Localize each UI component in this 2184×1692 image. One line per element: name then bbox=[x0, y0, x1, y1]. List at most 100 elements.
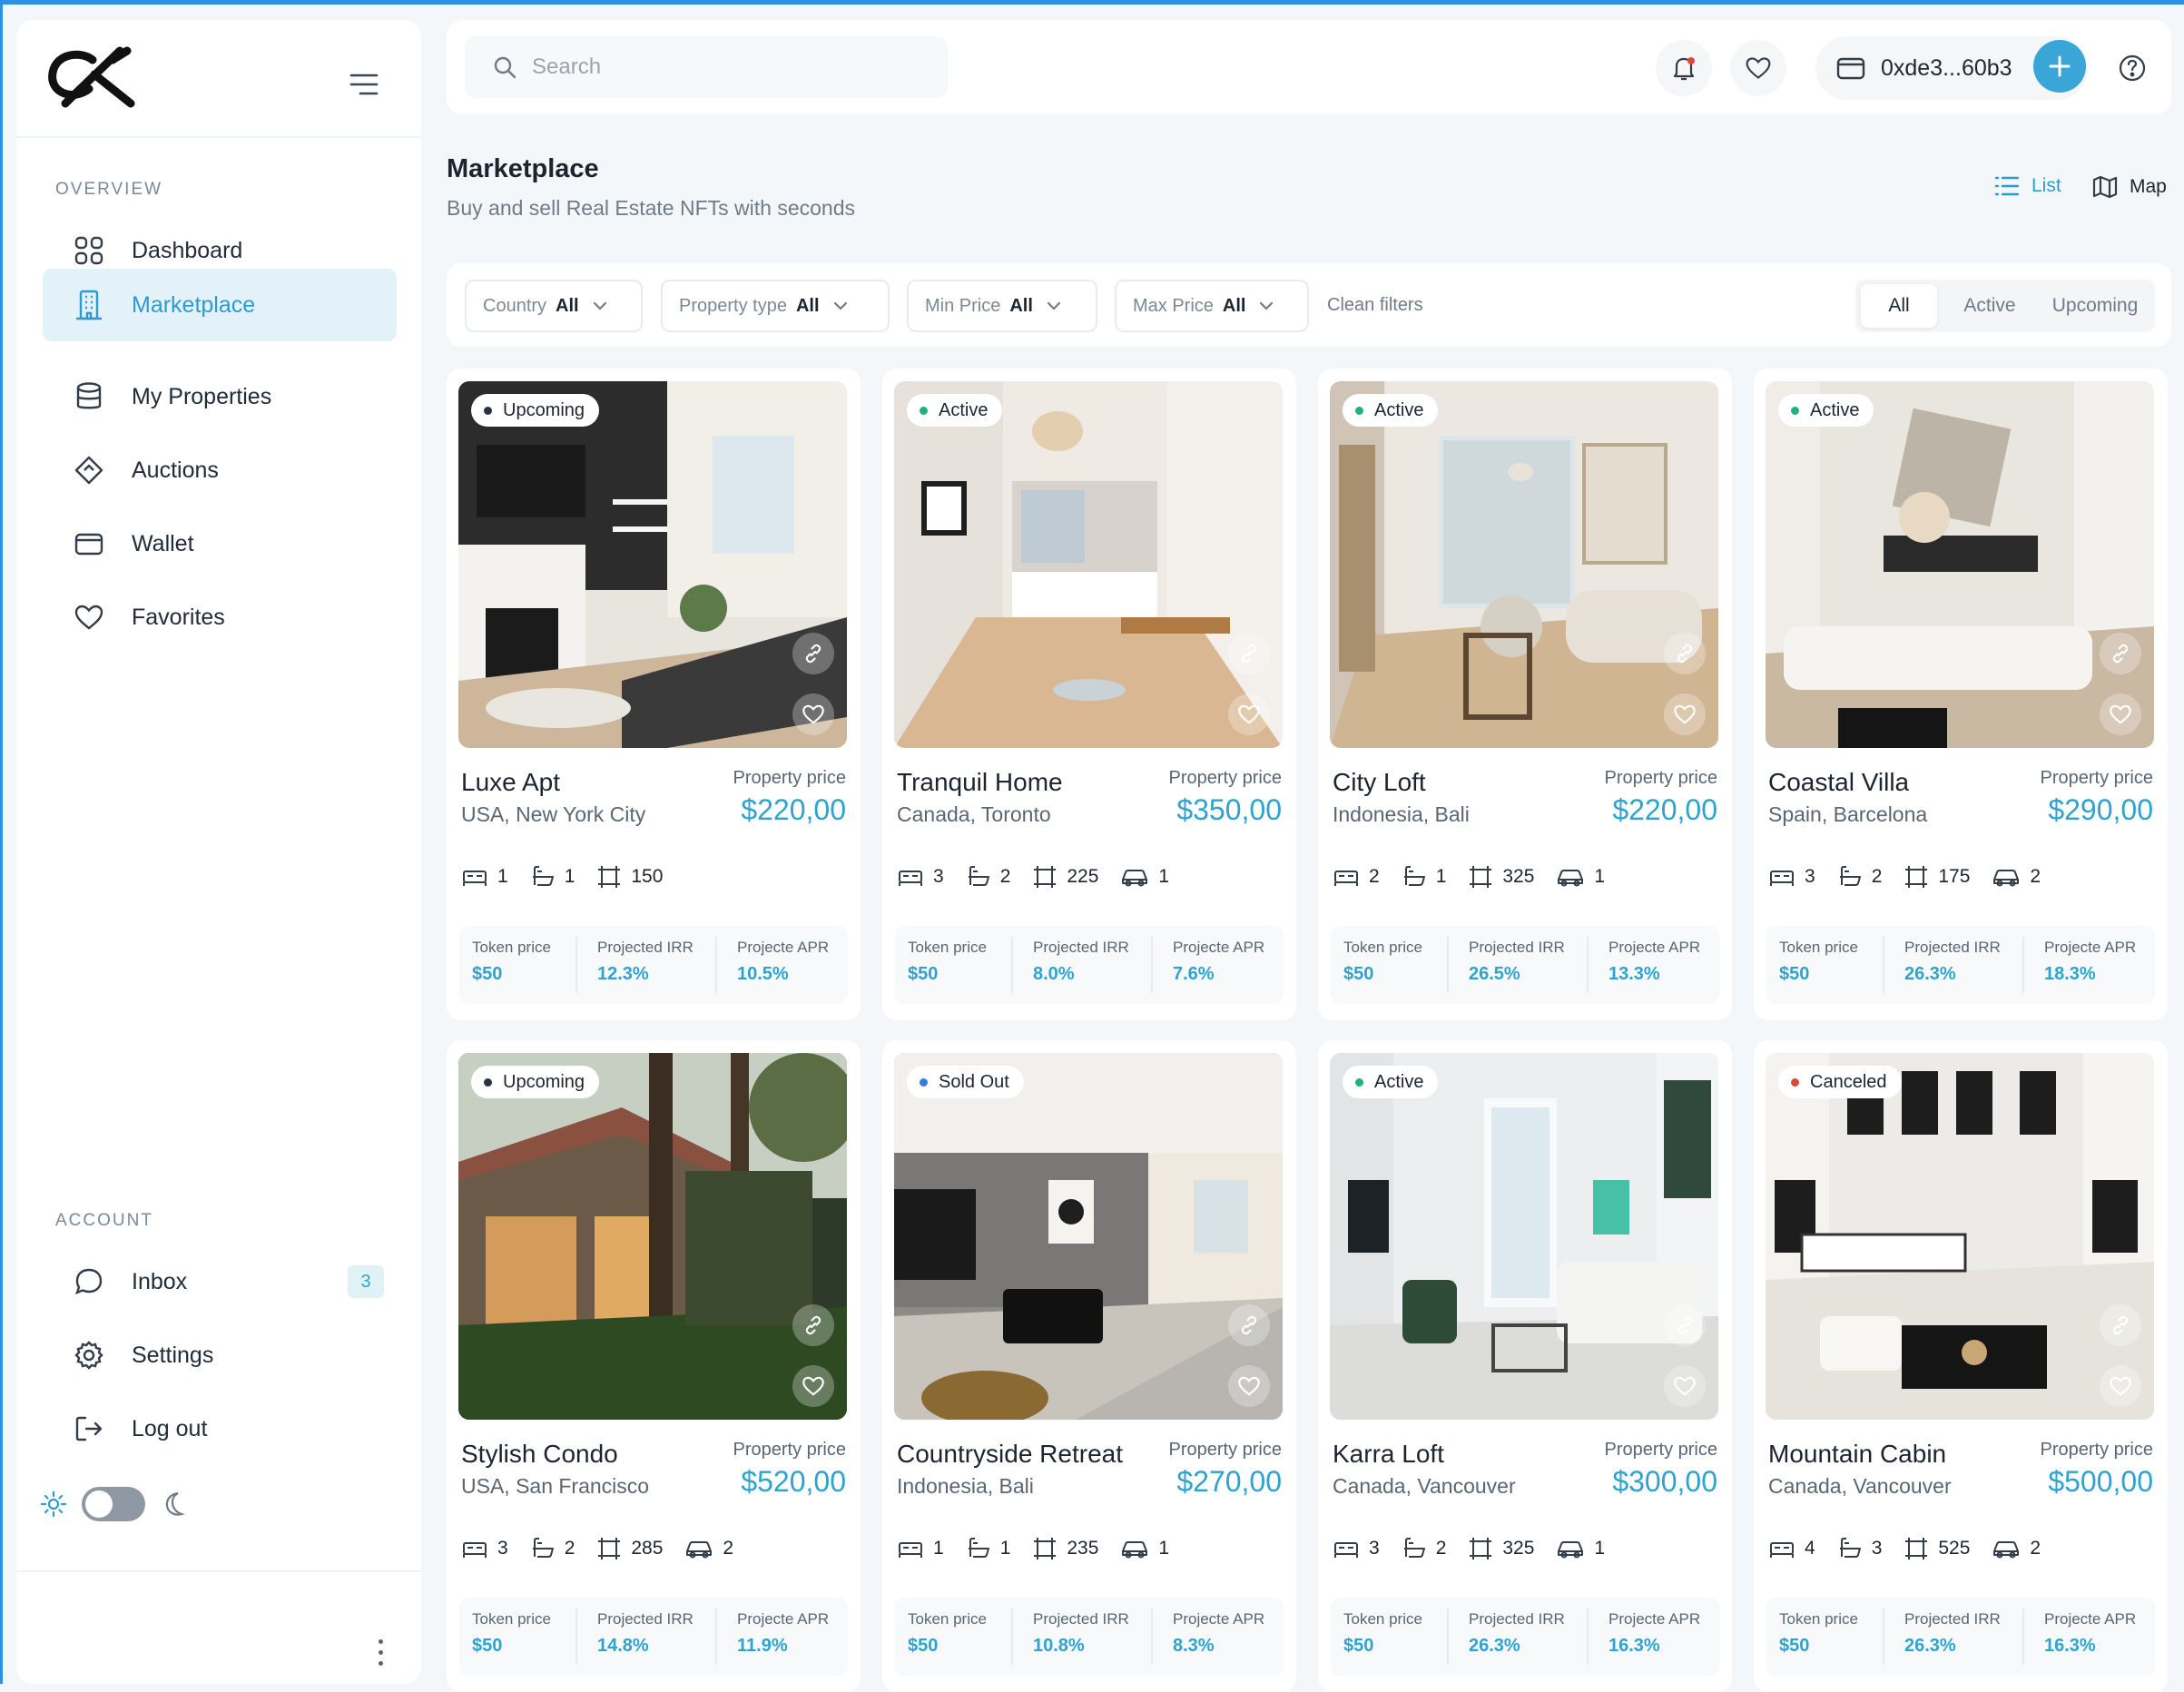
copy-link-button[interactable] bbox=[792, 1304, 834, 1346]
country-filter[interactable]: Country All bbox=[465, 280, 643, 332]
copy-link-button[interactable] bbox=[2100, 1304, 2141, 1346]
add-funds-button[interactable] bbox=[2033, 40, 2086, 93]
property-name[interactable]: Coastal Villa bbox=[1768, 768, 1909, 797]
link-icon bbox=[1241, 644, 1257, 664]
copy-link-button[interactable] bbox=[1228, 1304, 1270, 1346]
copy-link-button[interactable] bbox=[2100, 633, 2141, 674]
sidebar-item-wallet[interactable]: Wallet bbox=[43, 507, 397, 580]
help-button[interactable] bbox=[2115, 51, 2150, 85]
property-name[interactable]: Luxe Apt bbox=[461, 768, 560, 797]
property-card[interactable]: Upcoming Stylish Condo USA, San Francisco P… bbox=[447, 1040, 861, 1692]
property-image[interactable]: Sold Out bbox=[894, 1053, 1283, 1420]
status-text: Active bbox=[1374, 1071, 1424, 1092]
property-image[interactable]: Canceled bbox=[1766, 1053, 2154, 1420]
status-badge: Canceled bbox=[1778, 1066, 1902, 1098]
favorite-button[interactable] bbox=[1664, 694, 1706, 735]
property-image[interactable]: Active bbox=[894, 381, 1283, 748]
database-icon bbox=[71, 379, 107, 415]
favorite-button[interactable] bbox=[1228, 694, 1270, 735]
property-price: $220,00 bbox=[1612, 793, 1717, 826]
property-card[interactable]: Sold Out Countryside Retreat Indonesia, Ba… bbox=[882, 1040, 1296, 1692]
sidebar-item-inbox[interactable]: Inbox 3 bbox=[43, 1245, 397, 1318]
projected-apr-label: Projecte APR bbox=[1608, 1610, 1701, 1628]
property-image[interactable]: Active bbox=[1766, 381, 2154, 748]
heart-icon bbox=[802, 704, 824, 724]
property-name[interactable]: Stylish Condo bbox=[461, 1440, 618, 1469]
car-icon bbox=[1993, 870, 2020, 887]
property-card[interactable]: Active Karra Loft Canada, Vancouver Propert… bbox=[1318, 1040, 1732, 1692]
property-name[interactable]: Tranquil Home bbox=[897, 768, 1063, 797]
sidebar-item-label: Inbox bbox=[132, 1268, 188, 1294]
property-card[interactable]: Active Tranquil Home Canada, Toronto Proper… bbox=[882, 369, 1296, 1020]
token-price-value: $50 bbox=[908, 1636, 939, 1656]
car-icon bbox=[686, 1541, 713, 1559]
heart-icon bbox=[1238, 704, 1260, 724]
parking: 2 bbox=[684, 1538, 733, 1559]
car-icon bbox=[1122, 1541, 1148, 1559]
favorites-button[interactable] bbox=[1730, 40, 1786, 96]
status-tab-active[interactable]: Active bbox=[1944, 284, 2035, 328]
property-card[interactable]: Active City Loft Indonesia, Bali Property p… bbox=[1318, 369, 1732, 1020]
sidebar-item-auctions[interactable]: Auctions bbox=[43, 434, 397, 507]
status-tab-upcoming[interactable]: Upcoming bbox=[2041, 284, 2150, 328]
property-image[interactable]: Upcoming bbox=[458, 1053, 847, 1420]
property-image[interactable]: Active bbox=[1330, 1053, 1718, 1420]
area-value: 285 bbox=[631, 1538, 664, 1559]
copy-link-button[interactable] bbox=[1228, 633, 1270, 674]
property-image[interactable]: Upcoming bbox=[458, 381, 847, 748]
property-location: USA, San Francisco bbox=[461, 1474, 650, 1498]
property-card[interactable]: Active Coastal Villa Spain, Barcelona Prope… bbox=[1754, 369, 2168, 1020]
favorite-button[interactable] bbox=[1664, 1365, 1706, 1407]
notifications-button[interactable] bbox=[1656, 40, 1712, 96]
favorite-button[interactable] bbox=[2100, 694, 2141, 735]
min-price-filter[interactable]: Min Price All bbox=[907, 280, 1097, 332]
favorite-button[interactable] bbox=[792, 1365, 834, 1407]
heart-icon bbox=[1674, 704, 1696, 724]
status-tab-all[interactable]: All bbox=[1861, 284, 1937, 328]
sidebar-item-my-properties[interactable]: My Properties bbox=[43, 360, 397, 433]
copy-link-button[interactable] bbox=[792, 633, 834, 674]
chat-icon bbox=[71, 1264, 107, 1300]
property-location: Spain, Barcelona bbox=[1768, 802, 1928, 826]
property-type-filter[interactable]: Property type All bbox=[661, 280, 890, 332]
copy-link-button[interactable] bbox=[1664, 1304, 1706, 1346]
copy-link-button[interactable] bbox=[1664, 633, 1706, 674]
menu-toggle-button[interactable] bbox=[343, 64, 385, 105]
favorite-button[interactable] bbox=[2100, 1365, 2141, 1407]
token-price-value: $50 bbox=[1343, 964, 1374, 984]
more-options-button[interactable] bbox=[367, 1636, 394, 1668]
max-price-filter[interactable]: Max Price All bbox=[1115, 280, 1309, 332]
favorite-button[interactable] bbox=[792, 694, 834, 735]
property-name[interactable]: Mountain Cabin bbox=[1768, 1440, 1946, 1469]
property-name[interactable]: Countryside Retreat bbox=[897, 1440, 1123, 1469]
theme-toggle[interactable] bbox=[82, 1487, 145, 1521]
token-price-label: Token price bbox=[1343, 939, 1422, 956]
favorite-button[interactable] bbox=[1228, 1365, 1270, 1407]
amenities-row: 1 1 235 1 bbox=[897, 1536, 1191, 1561]
sidebar-item-settings[interactable]: Settings bbox=[43, 1319, 397, 1392]
brand-logo[interactable] bbox=[36, 33, 154, 119]
grid-icon bbox=[71, 232, 107, 269]
property-name[interactable]: Karra Loft bbox=[1333, 1440, 1444, 1469]
status-text: Active bbox=[1374, 399, 1424, 420]
list-view-toggle[interactable]: List bbox=[1993, 174, 2061, 198]
property-card[interactable]: Canceled Mountain Cabin Canada, Vancouver P… bbox=[1754, 1040, 2168, 1692]
projected-apr-label: Projecte APR bbox=[737, 1610, 830, 1628]
sidebar-item-favorites[interactable]: Favorites bbox=[43, 581, 397, 654]
projected-irr-stat: Projected IRR 10.8% bbox=[1033, 1610, 1129, 1657]
sidebar-item-marketplace[interactable]: Marketplace bbox=[43, 269, 397, 341]
parking: 2 bbox=[1992, 1538, 2041, 1559]
bath-icon bbox=[1403, 1538, 1425, 1558]
map-view-toggle[interactable]: Map bbox=[2091, 174, 2167, 200]
amenities-row: 3 2 225 1 bbox=[897, 864, 1191, 890]
sidebar-item-log-out[interactable]: Log out bbox=[43, 1392, 397, 1465]
clean-filters-link[interactable]: Clean filters bbox=[1327, 295, 1423, 316]
search-input[interactable] bbox=[532, 54, 931, 80]
token-price-stat: Token price $50 bbox=[908, 1610, 987, 1657]
bathrooms-count: 1 bbox=[564, 866, 576, 887]
property-name[interactable]: City Loft bbox=[1333, 768, 1426, 797]
property-image[interactable]: Active bbox=[1330, 381, 1718, 748]
projected-apr-label: Projecte APR bbox=[1173, 1610, 1265, 1628]
property-card[interactable]: Upcoming Luxe Apt USA, New York City Proper… bbox=[447, 369, 861, 1020]
bed-icon bbox=[899, 1542, 922, 1558]
